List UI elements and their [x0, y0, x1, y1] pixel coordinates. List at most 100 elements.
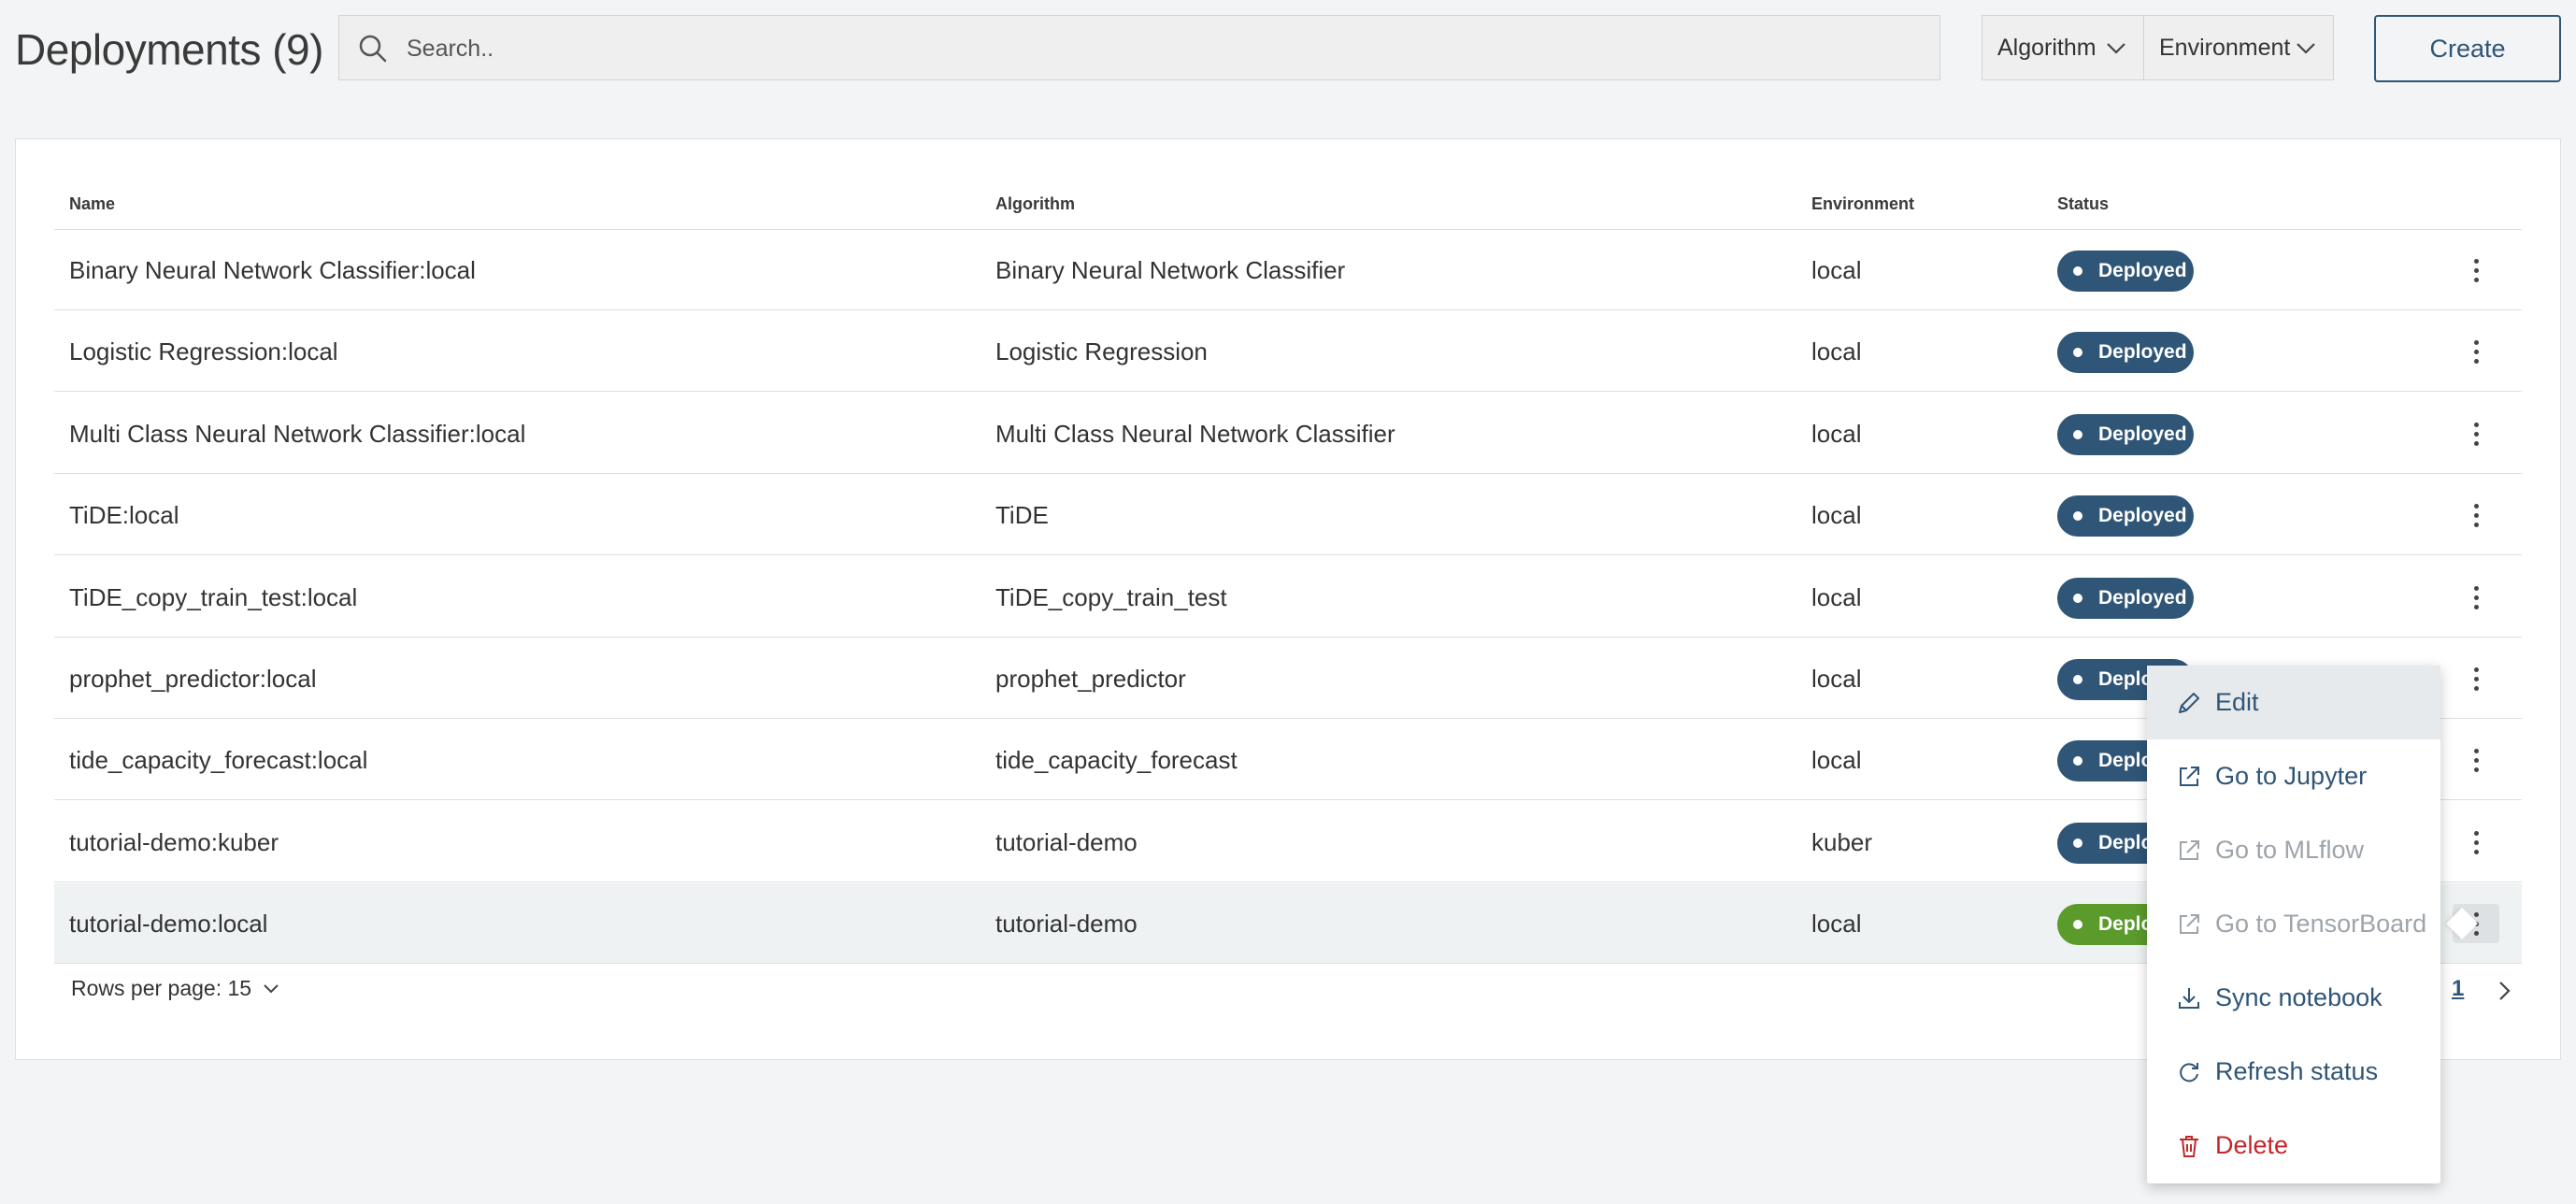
search-input[interactable] [405, 16, 1904, 81]
deployment-name: tide_capacity_forecast:local [69, 746, 368, 774]
deployment-algorithm: Binary Neural Network Classifier [995, 256, 1346, 284]
menu-item-sync-notebook[interactable]: Sync notebook [2147, 961, 2440, 1035]
menu-item-edit[interactable]: Edit [2147, 666, 2440, 739]
deployment-algorithm: prophet_predictor [995, 665, 1186, 693]
deployment-name: tutorial-demo:local [69, 910, 268, 938]
status-dot-icon [2073, 594, 2082, 603]
status-label: Deployed [2098, 260, 2187, 281]
row-actions-button[interactable] [2453, 414, 2499, 453]
menu-item-label: Delete [2215, 1131, 2289, 1159]
status-label: Deployed [2098, 505, 2187, 526]
status-badge: Deployed [2057, 332, 2194, 373]
table-row[interactable]: Multi Class Neural Network Classifier:lo… [54, 394, 2522, 474]
menu-item-label: Go to TensorBoard [2215, 910, 2427, 938]
deployment-algorithm: Multi Class Neural Network Classifier [995, 420, 1395, 448]
deployment-environment: local [1811, 583, 1862, 611]
deployment-algorithm: TiDE [995, 501, 1049, 529]
status-badge: Deployed [2057, 414, 2194, 455]
search-icon [359, 35, 387, 63]
deployment-algorithm: tutorial-demo [995, 828, 1138, 856]
deployment-name: Binary Neural Network Classifier:local [69, 256, 476, 284]
status-label: Deployed [2098, 423, 2187, 445]
deployment-algorithm: tutorial-demo [995, 910, 1138, 938]
deployment-name: TiDE:local [69, 501, 179, 529]
status-dot-icon [2073, 675, 2082, 684]
deployment-environment: local [1811, 420, 1862, 448]
column-header-environment[interactable]: Environment [1811, 194, 1914, 214]
status-dot-icon [2073, 756, 2082, 766]
menu-item-label: Sync notebook [2215, 983, 2383, 1011]
deployment-name: prophet_predictor:local [69, 665, 317, 693]
deployment-environment: local [1811, 337, 1862, 366]
table-row[interactable]: TiDE:local TiDE local Deployed [54, 475, 2522, 555]
rows-per-page-label: Rows per page: 15 [71, 976, 252, 1000]
row-actions-button[interactable] [2453, 578, 2499, 617]
download-icon [2179, 988, 2199, 1009]
menu-item-label: Go to Jupyter [2215, 762, 2368, 790]
menu-item-delete[interactable]: Delete [2147, 1109, 2440, 1182]
row-actions-button[interactable] [2453, 332, 2499, 371]
environment-filter-dropdown[interactable]: Environment [2143, 15, 2334, 80]
table-row[interactable]: TiDE_copy_train_test:local TiDE_copy_tra… [54, 557, 2522, 638]
search-box[interactable] [338, 15, 1940, 81]
menu-item-label: Edit [2215, 688, 2259, 716]
rows-per-page-select[interactable]: Rows per page: 15 [71, 976, 281, 1001]
chevron-down-icon [2107, 43, 2125, 54]
deployment-environment: local [1811, 501, 1862, 529]
row-context-menu: Edit Go to Jupyter Go to MLflow Go to Te… [2147, 666, 2440, 1183]
page-title: Deployments (9) [15, 25, 323, 74]
menu-item-go-to-tensorboard[interactable]: Go to TensorBoard [2147, 887, 2440, 961]
menu-item-label: Refresh status [2215, 1057, 2379, 1085]
status-dot-icon [2073, 511, 2082, 521]
deployment-name: tutorial-demo:kuber [69, 828, 279, 856]
status-label: Deployed [2098, 341, 2187, 363]
deployment-environment: local [1811, 910, 1862, 938]
menu-item-go-to-mlflow[interactable]: Go to MLflow [2147, 813, 2440, 887]
deployment-environment: local [1811, 746, 1862, 774]
external-link-icon [2180, 914, 2199, 934]
status-dot-icon [2073, 838, 2082, 848]
deployment-name: Multi Class Neural Network Classifier:lo… [69, 420, 526, 448]
column-header-status[interactable]: Status [2057, 194, 2109, 214]
status-badge: Deployed [2057, 251, 2194, 292]
table-row[interactable]: Binary Neural Network Classifier:local B… [54, 230, 2522, 310]
menu-item-label: Go to MLflow [2215, 836, 2365, 864]
status-dot-icon [2073, 348, 2082, 357]
status-badge: Deployed [2057, 495, 2194, 537]
table-row[interactable]: Logistic Regression:local Logistic Regre… [54, 311, 2522, 392]
column-header-name[interactable]: Name [69, 194, 115, 214]
deployment-environment: kuber [1811, 828, 1873, 856]
pagination-page-1[interactable]: 1 [2452, 976, 2464, 1002]
external-link-icon [2180, 767, 2199, 786]
algorithm-filter-label: Algorithm [1997, 34, 2097, 61]
refresh-icon [2180, 1063, 2198, 1082]
row-actions-button[interactable] [2453, 659, 2499, 698]
deployment-environment: local [1811, 665, 1862, 693]
status-label: Deployed [2098, 587, 2187, 609]
chevron-down-icon [2297, 43, 2315, 54]
algorithm-filter-dropdown[interactable]: Algorithm [1982, 15, 2144, 80]
deployment-environment: local [1811, 256, 1862, 284]
row-actions-button[interactable] [2453, 251, 2499, 290]
create-button[interactable]: Create [2374, 15, 2561, 82]
chevron-down-icon [264, 983, 279, 993]
deployment-algorithm: TiDE_copy_train_test [995, 583, 1227, 611]
environment-filter-label: Environment [2159, 34, 2291, 61]
pencil-icon [2179, 693, 2199, 713]
row-actions-button[interactable] [2453, 495, 2499, 535]
menu-item-go-to-jupyter[interactable]: Go to Jupyter [2147, 739, 2440, 813]
menu-item-refresh-status[interactable]: Refresh status [2147, 1035, 2440, 1109]
deployment-name: Logistic Regression:local [69, 337, 338, 366]
status-dot-icon [2073, 266, 2082, 276]
trash-icon [2180, 1136, 2198, 1157]
row-actions-button[interactable] [2453, 740, 2499, 780]
chevron-right-icon[interactable] [2494, 978, 2514, 1004]
status-badge: Deployed [2057, 578, 2194, 619]
column-header-algorithm[interactable]: Algorithm [995, 194, 1075, 214]
deployment-name: TiDE_copy_train_test:local [69, 583, 358, 611]
row-actions-button[interactable] [2453, 823, 2499, 862]
status-dot-icon [2073, 920, 2082, 929]
external-link-icon [2180, 840, 2199, 860]
deployment-algorithm: Logistic Regression [995, 337, 1208, 366]
deployment-algorithm: tide_capacity_forecast [995, 746, 1238, 774]
